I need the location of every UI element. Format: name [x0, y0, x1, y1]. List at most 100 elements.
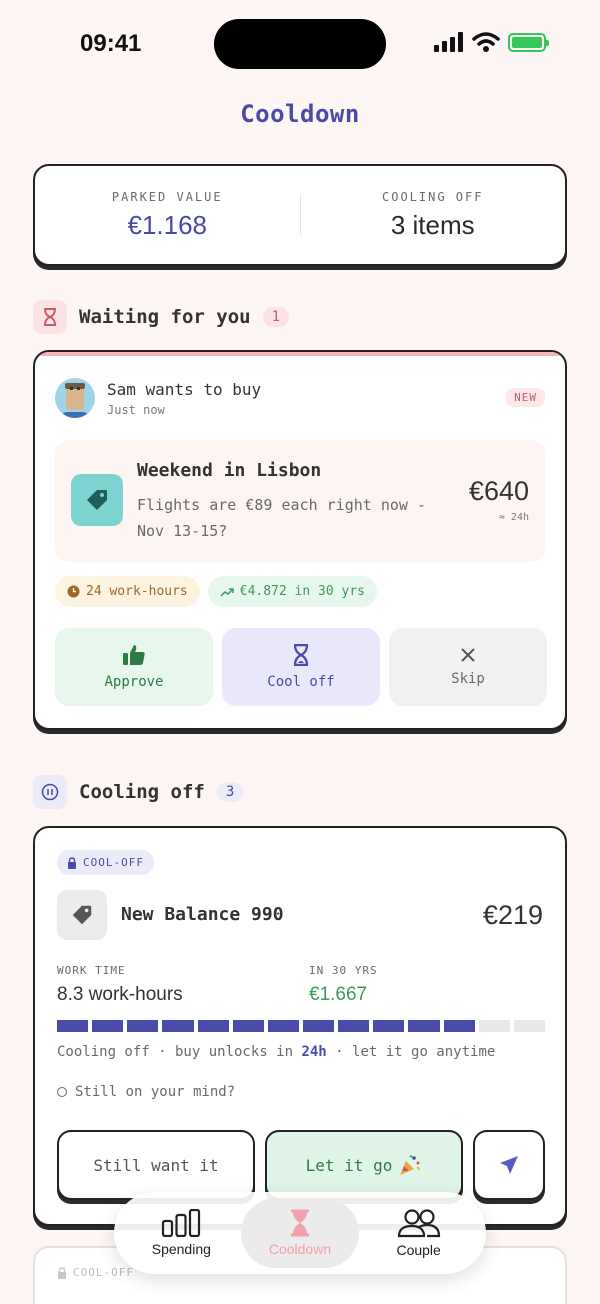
- work-hours-chip: 24 work-hours: [55, 576, 200, 607]
- parked-value-stat: PARKED VALUE €1.168: [35, 190, 300, 241]
- dynamic-island: [214, 19, 386, 69]
- still-on-mind-label: Still on your mind?: [75, 1084, 236, 1100]
- cooling-off-stat: COOLING OFF 3 items: [301, 190, 566, 241]
- cool-off-button[interactable]: Cool off: [222, 628, 380, 706]
- nav-spending-label: Spending: [151, 1241, 211, 1257]
- let-it-go-button[interactable]: Let it go: [265, 1130, 463, 1200]
- nav-cooldown-label: Cooldown: [268, 1241, 332, 1257]
- radio-icon: [57, 1087, 67, 1097]
- progress-segment: [478, 1020, 510, 1032]
- cooling-off-count: 3 items: [390, 209, 475, 240]
- send-icon: [500, 1156, 518, 1174]
- item-hours: ≈ 24h: [498, 512, 529, 523]
- lock-icon: [68, 856, 76, 869]
- skip-button[interactable]: Skip: [389, 628, 547, 706]
- let-it-go-label: Let it go: [305, 1155, 393, 1175]
- item-panel: Weekend in Lisbon Flights are €89 each r…: [55, 440, 545, 562]
- progress-segment: [162, 1020, 194, 1032]
- progress-segment: [197, 1020, 229, 1032]
- work-time-value: 8.3 work-hours: [57, 984, 183, 1005]
- cool-off-badge: COOL-OFF: [57, 1266, 134, 1279]
- progress-segment: [232, 1020, 264, 1032]
- progress-segment: [92, 1020, 124, 1032]
- progress-segment: [57, 1020, 89, 1032]
- skip-label: Skip: [451, 671, 485, 687]
- cooling-note-suffix: · let it go anytime: [326, 1044, 496, 1060]
- progress-segment: [373, 1020, 405, 1032]
- waiting-section-title: Waiting for you: [79, 306, 251, 328]
- waiting-section-header: Waiting for you 1: [33, 300, 290, 334]
- status-icons: [434, 32, 549, 52]
- still-want-it-button[interactable]: Still want it: [57, 1130, 255, 1200]
- progress-segment: [408, 1020, 440, 1032]
- cool-off-badge: COOL-OFF: [57, 850, 154, 875]
- wifi-icon: [472, 32, 500, 52]
- page-title: Cooldown: [240, 100, 360, 128]
- cool-off-badge-label: COOL-OFF: [83, 856, 144, 869]
- cooling-note-prefix: Cooling off · buy unlocks in: [57, 1044, 302, 1060]
- cooling-item-card: COOL-OFF New Balance 990 €219 WORK TIME …: [33, 826, 567, 1226]
- hourglass-icon: [293, 644, 309, 666]
- approve-button[interactable]: Approve: [55, 628, 213, 706]
- cooling-item-price: €219: [482, 900, 543, 930]
- hourglass-icon: [33, 300, 67, 334]
- cellular-signal-icon: [434, 32, 463, 52]
- bottom-navigation: Spending Cooldown Couple: [114, 1192, 486, 1274]
- hourglass-icon: [290, 1209, 309, 1237]
- item-title: Weekend in Lisbon: [137, 460, 322, 481]
- nav-tab-cooldown[interactable]: Cooldown: [240, 1198, 359, 1268]
- cooling-actions: Still want it Let it go: [57, 1130, 545, 1200]
- progress-segment: [513, 1020, 545, 1032]
- people-icon: [397, 1209, 440, 1238]
- summary-card: PARKED VALUE €1.168 COOLING OFF 3 items: [33, 164, 567, 266]
- send-button[interactable]: [473, 1130, 545, 1200]
- request-time: Just now: [107, 402, 165, 417]
- cooling-section-header: Cooling off 3: [33, 775, 244, 809]
- parked-value-label: PARKED VALUE: [111, 189, 223, 204]
- cooling-count-badge: 3: [216, 782, 244, 802]
- close-icon: [461, 648, 475, 662]
- thumbs-up-icon: [123, 645, 145, 665]
- progress-segment: [443, 1020, 475, 1032]
- item-description: Flights are €89 each right now - Nov 13-…: [137, 496, 426, 540]
- cool-off-label: Cool off: [267, 674, 335, 690]
- parked-value-amount: €1.168: [127, 209, 208, 240]
- status-time: 09:41: [80, 30, 142, 57]
- tag-icon: [71, 474, 123, 526]
- cooling-section-title: Cooling off: [79, 781, 205, 803]
- growth-chip-label: €4.872 in 30 yrs: [239, 584, 365, 599]
- party-popper-icon: [400, 1155, 421, 1175]
- growth-value: €1.667: [309, 984, 368, 1005]
- still-on-mind-toggle[interactable]: Still on your mind?: [57, 1084, 235, 1100]
- requester-info: Sam wants to buy Just now: [55, 378, 261, 418]
- cooling-off-label: COOLING OFF: [382, 189, 484, 204]
- nav-couple-label: Couple: [396, 1242, 441, 1258]
- work-time-label: WORK TIME: [57, 964, 126, 977]
- progress-segment: [302, 1020, 335, 1032]
- lock-icon: [58, 1266, 66, 1279]
- cooling-item-name: New Balance 990: [121, 904, 284, 925]
- clock-icon: [67, 585, 80, 598]
- nav-tab-spending[interactable]: Spending: [122, 1198, 240, 1268]
- still-want-it-label: Still want it: [93, 1155, 219, 1175]
- item-price: €640: [468, 476, 529, 506]
- work-hours-chip-label: 24 work-hours: [86, 584, 188, 599]
- impact-chips: 24 work-hours €4.872 in 30 yrs: [55, 576, 377, 607]
- growth-label: IN 30 YRS: [309, 964, 378, 977]
- nav-tab-couple[interactable]: Couple: [360, 1198, 478, 1268]
- tag-icon: [57, 890, 107, 940]
- avatar: [55, 378, 95, 418]
- waiting-count-badge: 1: [262, 307, 290, 327]
- growth-chip: €4.872 in 30 yrs: [207, 576, 377, 607]
- progress-segment: [127, 1020, 159, 1032]
- cooling-note: Cooling off · buy unlocks in 24h · let i…: [57, 1044, 495, 1060]
- approve-label: Approve: [104, 674, 164, 690]
- new-badge: NEW: [506, 388, 545, 407]
- peek-badge-label: COOL-OFF: [73, 1266, 134, 1279]
- bar-chart-icon: [162, 1209, 201, 1237]
- cooling-note-highlight: 24h: [301, 1044, 327, 1060]
- trend-up-icon: [220, 587, 234, 597]
- pause-icon: [33, 775, 67, 809]
- battery-icon: [508, 32, 549, 52]
- status-bar: 09:41: [0, 0, 600, 90]
